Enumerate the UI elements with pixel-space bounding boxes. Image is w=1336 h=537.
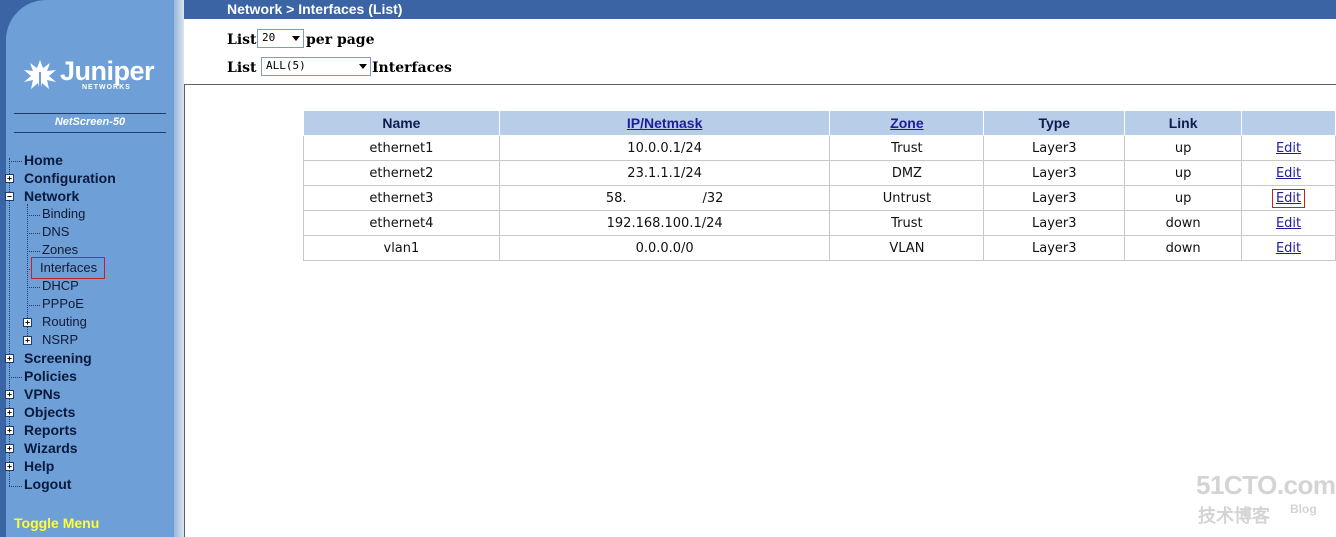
- nav-item-zones[interactable]: Zones: [42, 242, 78, 258]
- nav-item-screening[interactable]: Screening: [24, 350, 92, 366]
- watermark-blog: Blog: [1290, 502, 1317, 516]
- cell-name: ethernet2: [303, 160, 500, 186]
- per-page-select[interactable]: 20: [257, 29, 304, 48]
- sidebar: Juniper NETWORKS NetScreen-50 + − + + + …: [0, 0, 184, 537]
- table-row: ethernet3 58. /32 Untrust Layer3 up Edit: [303, 185, 1336, 211]
- expand-plus-icon[interactable]: +: [5, 390, 14, 399]
- nav-item-pppoe[interactable]: PPPoE: [42, 296, 84, 312]
- sidebar-edge: [174, 0, 184, 537]
- nav-item-configuration[interactable]: Configuration: [24, 170, 116, 186]
- edit-link[interactable]: Edit: [1276, 141, 1301, 156]
- interfaces-label: Interfaces: [372, 60, 452, 76]
- cell-zone: VLAN: [829, 235, 985, 261]
- expand-plus-icon[interactable]: +: [5, 354, 14, 363]
- nav-item-logout[interactable]: Logout: [24, 476, 71, 492]
- cell-name: vlan1: [303, 235, 500, 261]
- dropdown-arrow-icon: [292, 36, 300, 41]
- expand-plus-icon[interactable]: +: [5, 174, 14, 183]
- cell-type: Layer3: [983, 210, 1126, 236]
- edit-link[interactable]: Edit: [1276, 166, 1301, 181]
- nav-item-reports[interactable]: Reports: [24, 422, 77, 438]
- nav-item-help[interactable]: Help: [24, 458, 54, 474]
- table-row: ethernet2 23.1.1.1/24 DMZ Layer3 up Edit: [303, 160, 1336, 186]
- table-row: vlan1 0.0.0.0/0 VLAN Layer3 down Edit: [303, 235, 1336, 261]
- cell-zone: Untrust: [829, 185, 985, 211]
- dropdown-arrow-icon: [359, 64, 367, 69]
- cell-type: Layer3: [983, 160, 1126, 186]
- cell-name: ethernet3: [303, 185, 500, 211]
- cell-name: ethernet1: [303, 135, 500, 161]
- nav-item-interfaces[interactable]: Interfaces: [30, 257, 106, 279]
- cell-zone: DMZ: [829, 160, 985, 186]
- cell-ip: 192.168.100.1/24: [498, 210, 831, 236]
- expand-plus-icon[interactable]: +: [23, 318, 32, 327]
- cell-type: Layer3: [983, 135, 1126, 161]
- cell-link: down: [1124, 235, 1243, 261]
- list-label: List: [227, 60, 257, 76]
- nav-item-home[interactable]: Home: [24, 152, 63, 168]
- edit-link[interactable]: Edit: [1276, 216, 1301, 231]
- expand-plus-icon[interactable]: +: [5, 462, 14, 471]
- nav-item-network[interactable]: Network: [24, 188, 79, 204]
- per-page-value: 20: [262, 31, 276, 44]
- cell-link: up: [1124, 185, 1243, 211]
- expand-plus-icon[interactable]: +: [5, 426, 14, 435]
- page-title: Network > Interfaces (List): [227, 1, 403, 17]
- nav-item-nsrp[interactable]: NSRP: [42, 332, 78, 348]
- nav-item-routing[interactable]: Routing: [42, 314, 87, 330]
- edit-link[interactable]: Edit: [1276, 241, 1301, 256]
- nav-item-policies[interactable]: Policies: [24, 368, 77, 384]
- nav-tree: + − + + + + + + + + Home Configuration N…: [0, 0, 174, 537]
- nav-item-dhcp[interactable]: DHCP: [42, 278, 79, 294]
- collapse-minus-icon[interactable]: −: [5, 192, 14, 201]
- col-header-zone[interactable]: Zone: [829, 110, 985, 136]
- cell-name: ethernet4: [303, 210, 500, 236]
- cell-type: Layer3: [983, 185, 1126, 211]
- cell-link: up: [1124, 135, 1243, 161]
- cell-ip: 58. /32: [498, 185, 831, 211]
- edit-link[interactable]: Edit: [1271, 188, 1306, 208]
- col-header-link: Link: [1124, 110, 1243, 136]
- col-header-type: Type: [983, 110, 1126, 136]
- table-row: ethernet1 10.0.0.1/24 Trust Layer3 up Ed…: [303, 135, 1336, 161]
- nav-item-wizards[interactable]: Wizards: [24, 440, 78, 456]
- per-page-label: per page: [306, 32, 375, 48]
- table-row: ethernet4 192.168.100.1/24 Trust Layer3 …: [303, 210, 1336, 236]
- ip-redacted: 58. /32: [606, 191, 724, 206]
- watermark-main: 51CTO.com: [1196, 470, 1336, 500]
- expand-plus-icon[interactable]: +: [23, 336, 32, 345]
- page-header: Network > Interfaces (List): [184, 0, 1336, 19]
- expand-plus-icon[interactable]: +: [5, 408, 14, 417]
- cell-ip: 23.1.1.1/24: [498, 160, 831, 186]
- ip-suffix: /32: [702, 190, 724, 206]
- toggle-menu-link[interactable]: Toggle Menu: [14, 515, 99, 531]
- nav-item-objects[interactable]: Objects: [24, 404, 75, 420]
- nav-item-vpns[interactable]: VPNs: [24, 386, 61, 402]
- ip-prefix: 58.: [605, 190, 627, 206]
- interface-filter-value: ALL(5): [266, 59, 306, 72]
- cell-link: up: [1124, 160, 1243, 186]
- cell-zone: Trust: [829, 210, 985, 236]
- col-header-ip-netmask[interactable]: IP/Netmask: [498, 110, 831, 136]
- cell-zone: Trust: [829, 135, 985, 161]
- watermark: 51CTO.com 技术博客 Blog: [1196, 470, 1336, 530]
- nav-item-binding[interactable]: Binding: [42, 206, 85, 222]
- list-label: List: [227, 32, 257, 48]
- col-header-actions: [1241, 110, 1336, 136]
- table-header-row: Name IP/Netmask Zone Type Link: [303, 110, 1336, 136]
- cell-link: down: [1124, 210, 1243, 236]
- cell-type: Layer3: [983, 235, 1126, 261]
- watermark-sub: 技术博客: [1198, 506, 1270, 526]
- interface-filter-select[interactable]: ALL(5): [261, 57, 371, 76]
- cell-ip: 0.0.0.0/0: [498, 235, 831, 261]
- expand-plus-icon[interactable]: +: [5, 444, 14, 453]
- col-header-name: Name: [303, 110, 500, 136]
- nav-item-dns[interactable]: DNS: [42, 224, 69, 240]
- interfaces-table: Name IP/Netmask Zone Type Link ethernet1…: [303, 110, 1336, 261]
- cell-ip: 10.0.0.1/24: [498, 135, 831, 161]
